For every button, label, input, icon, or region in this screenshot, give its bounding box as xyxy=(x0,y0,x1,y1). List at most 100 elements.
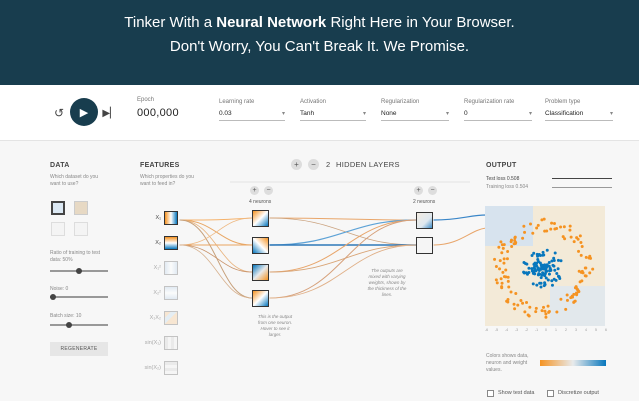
data-point xyxy=(521,301,525,305)
data-point xyxy=(552,222,556,226)
data-point xyxy=(540,309,544,313)
axis-tick: 4 xyxy=(585,328,587,332)
data-point xyxy=(516,303,520,307)
data-point xyxy=(588,271,592,275)
x-axis: -6 -5 -4 -3 -2 -1 0 1 2 3 4 5 6 xyxy=(485,328,609,336)
data-point xyxy=(527,314,531,318)
data-point xyxy=(561,235,565,239)
data-point xyxy=(579,241,583,245)
axis-tick: -2 xyxy=(525,328,529,332)
data-point xyxy=(555,272,559,276)
data-point xyxy=(539,281,543,285)
data-point xyxy=(513,307,517,311)
data-point xyxy=(572,292,576,296)
data-point xyxy=(536,273,540,277)
data-point xyxy=(525,300,529,304)
data-point xyxy=(579,253,583,257)
axis-tick: 5 xyxy=(595,328,597,332)
data-point xyxy=(568,228,572,232)
data-point xyxy=(538,253,542,257)
axis-tick: -3 xyxy=(515,328,519,332)
test-loss: Test loss 0.508 xyxy=(486,176,520,182)
data-point xyxy=(513,239,517,243)
data-point xyxy=(500,281,504,285)
axis-tick: 6 xyxy=(605,328,607,332)
neuron-1-4[interactable] xyxy=(252,290,269,307)
data-point xyxy=(532,266,536,270)
data-point xyxy=(574,285,578,289)
axis-tick: 1 xyxy=(555,328,557,332)
data-point xyxy=(544,315,548,319)
data-point xyxy=(572,240,576,244)
data-point xyxy=(547,261,551,265)
data-point xyxy=(504,268,508,272)
legend-text: Colors shows data, neuron and weight val… xyxy=(486,353,529,373)
data-point xyxy=(543,281,547,285)
data-point xyxy=(522,260,526,264)
axis-tick: 0 xyxy=(545,328,547,332)
data-point xyxy=(523,310,527,314)
neuron-1-1[interactable] xyxy=(252,210,269,227)
y-axis xyxy=(606,206,610,326)
data-point xyxy=(559,225,563,229)
color-legend xyxy=(540,360,606,366)
data-point xyxy=(540,273,544,277)
data-point xyxy=(501,246,505,250)
data-point xyxy=(535,283,539,287)
data-point xyxy=(514,291,518,295)
data-point xyxy=(502,257,506,261)
output-title: OUTPUT xyxy=(486,162,517,169)
data-point xyxy=(569,235,573,239)
data-point xyxy=(531,282,535,286)
data-point xyxy=(547,272,551,276)
data-point xyxy=(539,285,543,289)
data-point xyxy=(540,263,544,267)
data-point xyxy=(544,312,548,316)
data-point xyxy=(534,306,538,310)
data-point xyxy=(584,274,588,278)
data-point xyxy=(578,280,582,284)
data-point xyxy=(540,218,544,222)
data-point xyxy=(565,298,569,302)
data-point xyxy=(501,270,505,274)
data-point xyxy=(568,224,572,228)
discretize-checkbox[interactable] xyxy=(547,390,554,397)
data-point xyxy=(589,256,593,260)
data-point xyxy=(510,238,514,242)
data-point xyxy=(565,293,569,297)
data-point xyxy=(522,224,526,228)
data-point xyxy=(575,236,579,240)
data-point xyxy=(580,245,584,249)
data-point xyxy=(499,277,503,281)
data-point xyxy=(556,258,560,262)
neuron-2-1[interactable] xyxy=(416,212,433,229)
data-point xyxy=(522,270,526,274)
test-loss-line xyxy=(552,178,612,179)
data-point xyxy=(510,245,514,249)
show-test-checkbox[interactable] xyxy=(487,390,494,397)
data-point xyxy=(506,297,510,301)
data-point xyxy=(500,243,504,247)
data-point xyxy=(494,278,498,282)
data-point xyxy=(530,254,534,258)
data-point xyxy=(502,261,506,265)
data-point xyxy=(553,227,557,231)
data-point xyxy=(498,267,502,271)
axis-tick: -4 xyxy=(505,328,509,332)
axis-tick: 2 xyxy=(565,328,567,332)
neuron-1-3[interactable] xyxy=(252,264,269,281)
data-point xyxy=(577,249,581,253)
data-point xyxy=(562,225,566,229)
data-point xyxy=(534,269,538,273)
neuron-1-2[interactable] xyxy=(252,237,269,254)
neuron-2-2[interactable] xyxy=(416,237,433,254)
data-point xyxy=(495,281,499,285)
data-point xyxy=(530,269,534,273)
data-point xyxy=(550,283,554,287)
data-point xyxy=(506,279,510,283)
data-point xyxy=(519,298,523,302)
data-point xyxy=(506,275,510,279)
data-point xyxy=(542,305,546,309)
data-point xyxy=(551,263,555,267)
output-heatmap[interactable] xyxy=(485,206,605,326)
